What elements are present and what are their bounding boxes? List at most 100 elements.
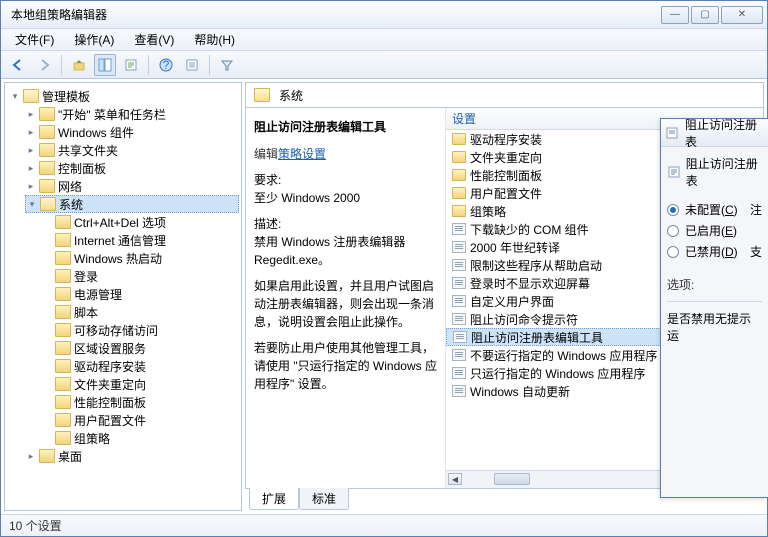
expand-icon[interactable]: ▸	[25, 450, 37, 462]
folder-icon	[55, 233, 71, 247]
show-tree-button[interactable]	[94, 54, 116, 76]
properties-button[interactable]	[181, 54, 203, 76]
folder-icon	[55, 377, 71, 391]
forward-button[interactable]	[33, 54, 55, 76]
policy-icon	[452, 349, 466, 361]
desc-3: 若要防止用户使用其他管理工具，请使用 "只运行指定的 Windows 应用程序"…	[254, 339, 437, 393]
desc-label: 描述:	[254, 217, 281, 231]
tree-desktop[interactable]: ▸桌面	[25, 447, 239, 465]
tree-item[interactable]: 组策略	[41, 429, 239, 447]
scroll-left-icon[interactable]: ◀	[448, 473, 462, 485]
tree-item[interactable]: Windows 热启动	[41, 249, 239, 267]
tree-item[interactable]: 区域设置服务	[41, 339, 239, 357]
folder-icon	[39, 107, 55, 121]
help-button[interactable]: ?	[155, 54, 177, 76]
tree-item[interactable]: 性能控制面板	[41, 393, 239, 411]
folder-icon	[254, 88, 270, 102]
tree-item[interactable]: 可移动存储访问	[41, 321, 239, 339]
back-button[interactable]	[7, 54, 29, 76]
row-label: 组策略	[470, 203, 506, 220]
expand-icon[interactable]: ▸	[25, 180, 37, 192]
policy-dialog: 阻止访问注册表 阻止访问注册表 未配置(C) 注 已启用(E) 已禁用(D) 支…	[660, 118, 768, 498]
expand-icon[interactable]: ▸	[25, 162, 37, 174]
tree-system[interactable]: ▾系统	[25, 195, 239, 213]
row-label: 阻止访问命令提示符	[470, 311, 578, 328]
folder-icon	[452, 151, 466, 163]
menu-help[interactable]: 帮助(H)	[186, 29, 243, 50]
req-text: 至少 Windows 2000	[254, 191, 360, 205]
policy-icon	[452, 295, 466, 307]
collapse-icon[interactable]: ▾	[26, 198, 38, 210]
policy-icon	[452, 277, 466, 289]
desc-1: 禁用 Windows 注册表编辑器 Regedit.exe。	[254, 235, 405, 267]
menubar: 文件(F) 操作(A) 查看(V) 帮助(H)	[1, 29, 767, 51]
comment-label: 注	[750, 201, 762, 218]
folder-icon	[39, 179, 55, 193]
desc-2: 如果启用此设置，并且用户试图启动注册表编辑器，则会出现一条消息，说明设置会阻止此…	[254, 277, 437, 331]
row-label: 只运行指定的 Windows 应用程序	[470, 365, 645, 382]
tree-root[interactable]: ▾管理模板	[9, 87, 239, 105]
folder-icon	[55, 305, 71, 319]
tree-item[interactable]: 用户配置文件	[41, 411, 239, 429]
tree-item[interactable]: 驱动程序安装	[41, 357, 239, 375]
row-label: 限制这些程序从帮助启动	[470, 257, 602, 274]
label-disabled: 已禁用(D)	[685, 243, 738, 260]
tree-item[interactable]: ▸Windows 组件	[25, 123, 239, 141]
radio-disabled[interactable]	[667, 246, 679, 258]
radio-enabled[interactable]	[667, 225, 679, 237]
edit-policy-link[interactable]: 策略设置	[278, 147, 326, 161]
filter-button[interactable]	[216, 54, 238, 76]
maximize-button[interactable]: ▢	[691, 6, 719, 24]
row-label: Windows 自动更新	[470, 383, 570, 400]
folder-icon	[452, 133, 466, 145]
scroll-thumb[interactable]	[494, 473, 530, 485]
main-window: 本地组策略编辑器 — ▢ ✕ 文件(F) 操作(A) 查看(V) 帮助(H) ?	[0, 0, 768, 537]
tree-item[interactable]: 脚本	[41, 303, 239, 321]
policy-icon	[665, 126, 679, 140]
menu-action[interactable]: 操作(A)	[66, 29, 122, 50]
up-button[interactable]	[68, 54, 90, 76]
svg-text:?: ?	[163, 58, 170, 72]
row-label: 自定义用户界面	[470, 293, 554, 310]
expand-icon[interactable]: ▸	[25, 126, 37, 138]
collapse-icon[interactable]: ▾	[9, 90, 21, 102]
tree-item[interactable]: Ctrl+Alt+Del 选项	[41, 213, 239, 231]
close-button[interactable]: ✕	[721, 6, 763, 24]
menu-file[interactable]: 文件(F)	[7, 29, 62, 50]
expand-icon[interactable]: ▸	[25, 144, 37, 156]
tree-item[interactable]: Internet 通信管理	[41, 231, 239, 249]
folder-icon	[40, 197, 56, 211]
row-label: 不要运行指定的 Windows 应用程序	[470, 347, 657, 364]
tree-item[interactable]: ▸网络	[25, 177, 239, 195]
folder-icon	[39, 143, 55, 157]
export-button[interactable]	[120, 54, 142, 76]
minimize-button[interactable]: —	[661, 6, 689, 24]
tree-item[interactable]: ▸共享文件夹	[25, 141, 239, 159]
support-label: 支	[750, 243, 762, 260]
policy-icon	[452, 385, 466, 397]
toolbar: ?	[1, 51, 767, 79]
list-header-bar: 系统	[245, 82, 764, 108]
tab-extended[interactable]: 扩展	[249, 488, 299, 510]
tab-standard[interactable]: 标准	[299, 488, 349, 510]
row-label: 文件夹重定向	[470, 149, 542, 166]
menu-view[interactable]: 查看(V)	[126, 29, 182, 50]
tree-item[interactable]: ▸"开始" 菜单和任务栏	[25, 105, 239, 123]
tree-item[interactable]: 电源管理	[41, 285, 239, 303]
folder-icon	[55, 251, 71, 265]
tree-pane[interactable]: ▾管理模板 ▸"开始" 菜单和任务栏▸Windows 组件▸共享文件夹▸控制面板…	[4, 82, 242, 511]
folder-icon	[39, 161, 55, 175]
tree-item[interactable]: 文件夹重定向	[41, 375, 239, 393]
policy-icon	[667, 165, 680, 179]
folder-icon	[55, 323, 71, 337]
radio-not-configured[interactable]	[667, 204, 679, 216]
tree-item[interactable]: ▸控制面板	[25, 159, 239, 177]
tree-item[interactable]: 登录	[41, 267, 239, 285]
folder-icon	[55, 215, 71, 229]
folder-icon	[55, 413, 71, 427]
expand-icon[interactable]: ▸	[25, 108, 37, 120]
status-bar: 10 个设置	[1, 514, 767, 536]
folder-icon	[55, 431, 71, 445]
dialog-titlebar[interactable]: 阻止访问注册表	[661, 119, 768, 147]
detail-title: 阻止访问注册表编辑工具	[254, 118, 437, 135]
